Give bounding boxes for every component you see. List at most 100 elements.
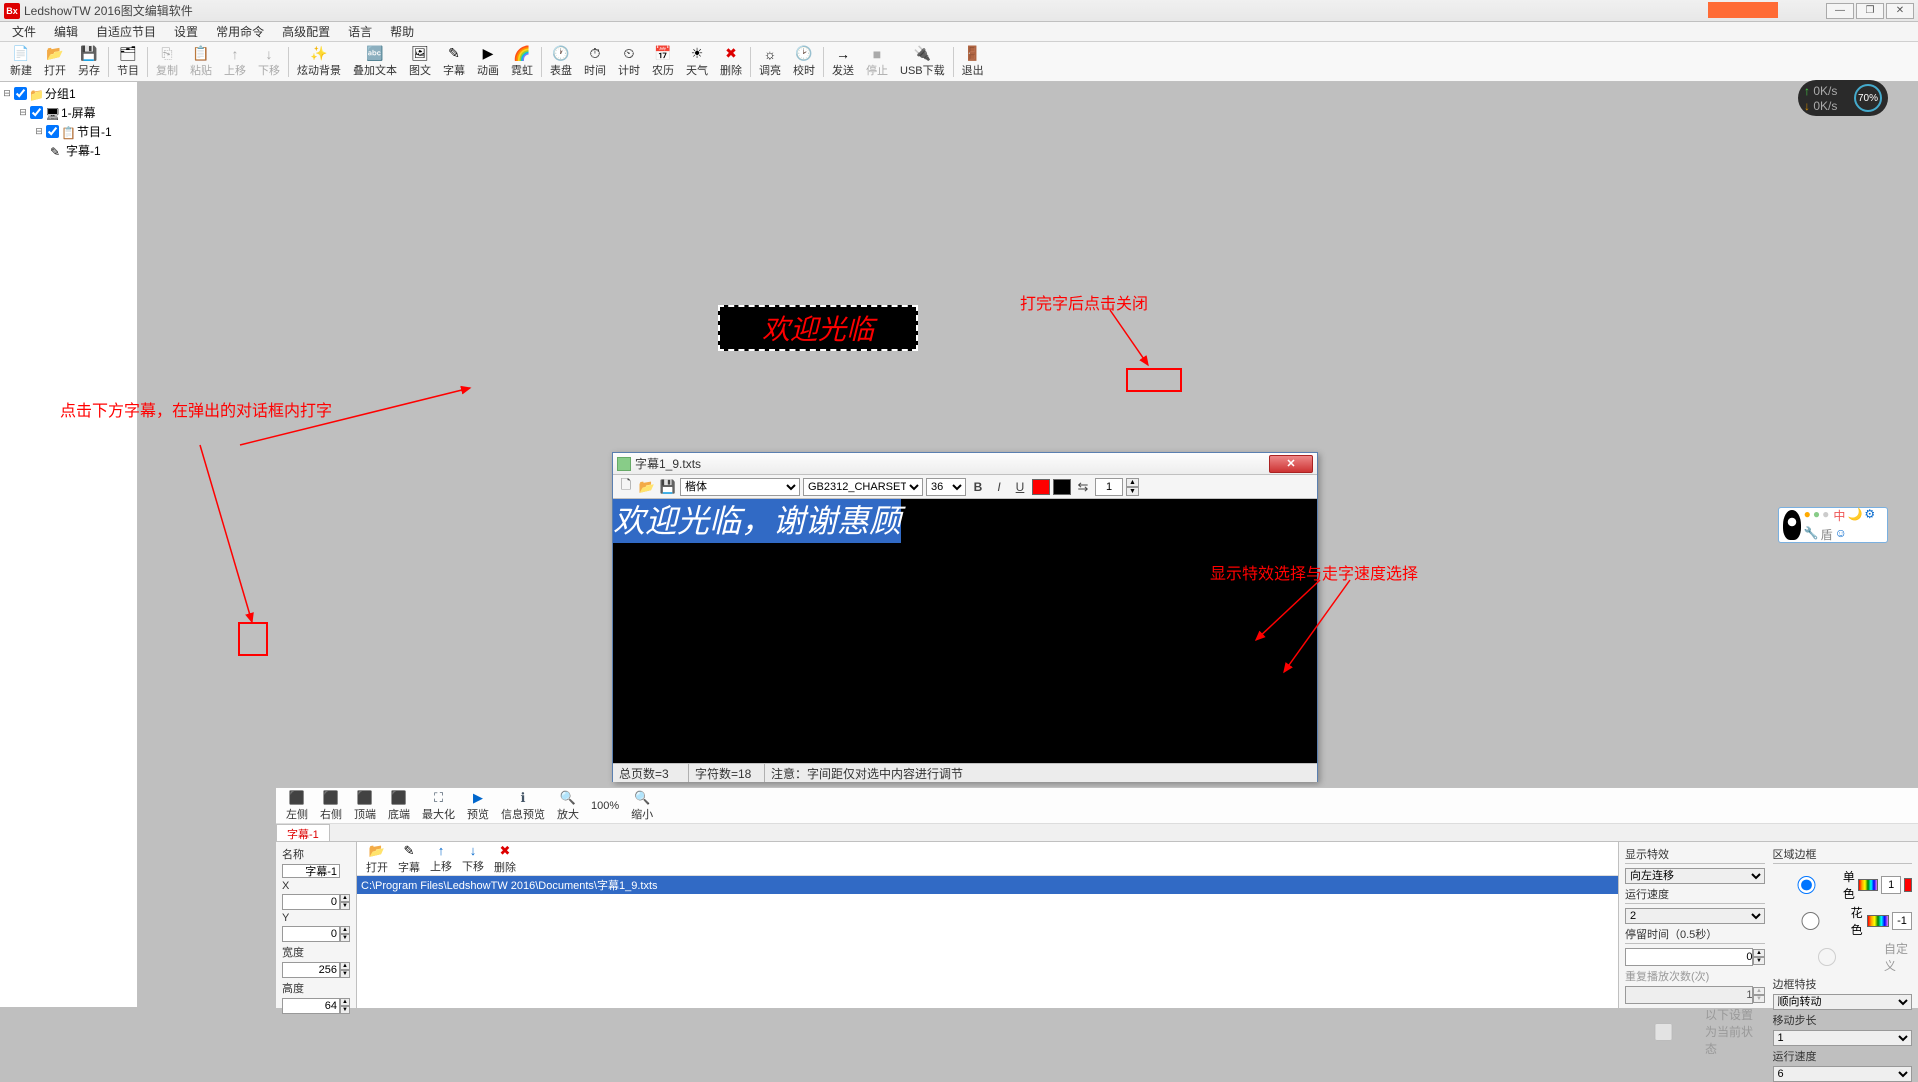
speed-select[interactable]: 2 — [1625, 908, 1765, 924]
prop-w-input[interactable] — [282, 962, 340, 978]
border-speed-select[interactable]: 6 — [1773, 1066, 1913, 1082]
menu-file[interactable]: 文件 — [4, 21, 44, 42]
tb-open[interactable]: 📂打开 — [38, 44, 72, 80]
menu-help[interactable]: 帮助 — [382, 21, 422, 42]
ft-open[interactable]: 📂打开 — [361, 841, 393, 877]
spin-down[interactable]: ▼ — [1753, 957, 1764, 965]
bg-color-swatch[interactable] — [1053, 479, 1071, 495]
ft-subtitle[interactable]: ✎字幕 — [393, 841, 425, 877]
qq-widget[interactable]: ●●● 中 🌙 ⚙ 🔧 盾 ☺ — [1778, 507, 1888, 543]
tb-neon[interactable]: 🌈霓虹 — [505, 44, 539, 80]
border-spin2[interactable] — [1892, 912, 1912, 930]
vt-top[interactable]: ⬛顶端 — [348, 788, 382, 824]
vt-maximize[interactable]: ⛶最大化 — [416, 788, 461, 824]
editor-textarea[interactable]: 欢迎光临，谢谢惠顾 — [613, 499, 1317, 763]
tb-send[interactable]: →发送 — [826, 44, 860, 80]
editor-open-icon[interactable]: 📂 — [638, 478, 656, 496]
menu-common[interactable]: 常用命令 — [208, 21, 272, 42]
spin-up[interactable]: ▲ — [340, 926, 350, 934]
tb-dial[interactable]: 🕐表盘 — [544, 44, 578, 80]
tb-delete[interactable]: ✖删除 — [714, 44, 748, 80]
ft-up[interactable]: ↑上移 — [425, 841, 457, 876]
color-swatch[interactable] — [1904, 878, 1912, 892]
prop-x-input[interactable] — [282, 894, 340, 910]
tb-lunar[interactable]: 📅农历 — [646, 44, 680, 80]
spin-up[interactable]: ▲ — [340, 894, 350, 902]
close-button[interactable]: ✕ — [1886, 3, 1914, 19]
expander-icon[interactable]: ⊟ — [34, 126, 44, 137]
tb-dynbg[interactable]: ✨炫动背景 — [291, 44, 347, 80]
tb-movedown[interactable]: ↓下移 — [252, 44, 286, 80]
vt-info[interactable]: ℹ信息预览 — [495, 788, 551, 824]
vt-left[interactable]: ⬛左侧 — [280, 788, 314, 824]
tb-program[interactable]: 🗂节目 — [111, 44, 145, 80]
tb-time[interactable]: ⏱时间 — [578, 44, 612, 80]
spin-down[interactable]: ▼ — [340, 934, 350, 942]
led-preview[interactable]: 欢迎光临 — [718, 305, 918, 351]
tb-subtitle[interactable]: ✎字幕 — [437, 44, 471, 80]
prop-y-input[interactable] — [282, 926, 340, 942]
tb-usb[interactable]: 🔌USB下载 — [894, 44, 951, 80]
tb-saveas[interactable]: 💾另存 — [72, 44, 106, 80]
vt-preview[interactable]: ▶预览 — [461, 788, 495, 824]
prop-h-input[interactable] — [282, 998, 340, 1014]
expander-icon[interactable]: ⊟ — [18, 107, 28, 118]
font-select[interactable]: 楷体 — [680, 478, 800, 496]
spin-up[interactable]: ▲ — [340, 998, 350, 1006]
orange-ad-button[interactable] — [1708, 2, 1778, 18]
ft-delete[interactable]: ✖删除 — [489, 841, 521, 877]
editor-close-button[interactable]: ✕ — [1269, 455, 1313, 473]
border-effect-select[interactable]: 顺向转动 — [1773, 994, 1913, 1010]
spin-down[interactable]: ▼ — [340, 902, 350, 910]
tb-copy[interactable]: ⎘复制 — [150, 44, 184, 80]
spin-down[interactable]: ▼ — [340, 1006, 350, 1014]
tb-imagetext[interactable]: 🖼图文 — [403, 44, 437, 80]
ft-down[interactable]: ↓下移 — [457, 841, 489, 876]
menu-adaptive[interactable]: 自适应节目 — [88, 21, 164, 42]
file-list[interactable]: C:\Program Files\LedshowTW 2016\Document… — [357, 876, 1618, 1008]
underline-button[interactable]: U — [1011, 478, 1029, 496]
tree-checkbox[interactable] — [46, 125, 59, 138]
tb-animation[interactable]: ▶动画 — [471, 44, 505, 80]
editor-save-icon[interactable]: 💾 — [659, 478, 677, 496]
charset-select[interactable]: GB2312_CHARSET — [803, 478, 923, 496]
tb-overlay[interactable]: 🔤叠加文本 — [347, 44, 403, 80]
tb-weather[interactable]: ☀天气 — [680, 44, 714, 80]
bold-button[interactable]: B — [969, 478, 987, 496]
tb-moveup[interactable]: ↑上移 — [218, 44, 252, 80]
spin-up[interactable]: ▲ — [340, 962, 350, 970]
tree-checkbox[interactable] — [14, 87, 27, 100]
spin-up[interactable]: ▲ — [1753, 949, 1764, 957]
vt-zoom100[interactable]: 100% — [585, 798, 625, 814]
effect-select[interactable]: 向左连移 — [1625, 868, 1765, 884]
spin-down[interactable]: ▼ — [340, 970, 350, 978]
tb-exit[interactable]: 🚪退出 — [956, 44, 990, 80]
file-row[interactable]: C:\Program Files\LedshowTW 2016\Document… — [357, 876, 1618, 894]
minimize-button[interactable]: — — [1826, 3, 1854, 19]
menu-language[interactable]: 语言 — [340, 21, 380, 42]
radio-multi[interactable] — [1773, 912, 1848, 930]
menu-settings[interactable]: 设置 — [166, 21, 206, 42]
spacing-down[interactable]: ▼ — [1126, 487, 1139, 496]
vt-zoomin[interactable]: 🔍放大 — [551, 788, 585, 824]
tree-checkbox[interactable] — [30, 106, 43, 119]
tb-brightness[interactable]: ☼调亮 — [753, 44, 787, 80]
text-color-swatch[interactable] — [1032, 479, 1050, 495]
tb-stop[interactable]: ■停止 — [860, 44, 894, 80]
color-bar[interactable] — [1858, 879, 1878, 891]
prop-name-input[interactable] — [282, 864, 340, 878]
tree-screen[interactable]: ⊟🖥1-屏幕 — [2, 103, 135, 122]
tb-paste[interactable]: 📋粘贴 — [184, 44, 218, 80]
move-step-select[interactable]: 1 — [1773, 1030, 1913, 1046]
stay-input[interactable] — [1625, 948, 1753, 966]
fontsize-select[interactable]: 36 — [926, 478, 966, 496]
spacing-icon[interactable]: ⇆ — [1074, 478, 1092, 496]
spacing-input[interactable] — [1095, 478, 1123, 496]
maximize-button[interactable]: ❐ — [1856, 3, 1884, 19]
editor-titlebar[interactable]: 字幕1_9.txts ✕ — [613, 453, 1317, 475]
tb-new[interactable]: 📄新建 — [4, 44, 38, 80]
tab-subtitle[interactable]: 字幕-1 — [276, 824, 330, 841]
tb-synctime[interactable]: 🕑校时 — [787, 44, 821, 80]
border-spin1[interactable] — [1881, 876, 1901, 894]
network-speed-widget[interactable]: ↑ 0K/s ↓ 0K/s 70% — [1798, 80, 1888, 116]
